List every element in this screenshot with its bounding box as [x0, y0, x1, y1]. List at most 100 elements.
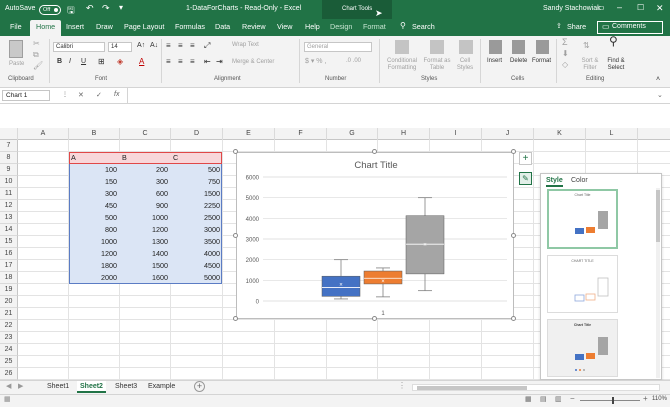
tab-view[interactable]: View — [277, 22, 292, 31]
function-icon[interactable]: fx — [114, 91, 119, 98]
normal-view-icon[interactable]: ▦ — [525, 395, 532, 403]
borders-icon[interactable]: ⊞ — [98, 57, 105, 66]
accounting-icon[interactable]: $ ▾ % , — [305, 58, 326, 65]
zoom-out-icon[interactable]: − — [570, 394, 575, 403]
user-name[interactable]: Sandy Stachowiak — [543, 5, 601, 12]
font-name-combo[interactable]: Calibri — [53, 42, 105, 52]
column-header-e[interactable]: E — [223, 128, 275, 140]
find-select-button[interactable]: Find & Select — [603, 58, 629, 72]
style-pane-scrollbar[interactable] — [656, 188, 660, 378]
table-cell[interactable]: 1200 — [120, 224, 168, 236]
chart-resize-handle-t[interactable] — [372, 149, 377, 154]
autosave-toggle[interactable]: Off — [39, 5, 61, 15]
ribbon-display-icon[interactable]: ▭ — [597, 3, 605, 12]
table-cell[interactable]: 1500 — [120, 260, 168, 272]
tab-draw[interactable]: Draw — [96, 22, 113, 31]
decrease-indent-icon[interactable]: ⇤ — [204, 57, 211, 66]
delete-cells-button[interactable]: Delete — [510, 58, 527, 65]
format-painter-icon[interactable]: 🖌 — [33, 62, 43, 70]
sort-filter-icon[interactable]: ⇅ — [583, 42, 590, 50]
shrink-font-icon[interactable]: A↓ — [150, 42, 158, 49]
column-header-d[interactable]: D — [171, 128, 223, 140]
close-icon[interactable]: ✕ — [656, 3, 664, 14]
namebox-dropdown-icon[interactable]: ⋮ — [62, 91, 68, 98]
sheet-tab-example[interactable]: Example — [145, 381, 178, 393]
table-cell[interactable]: 1300 — [120, 236, 168, 248]
page-break-view-icon[interactable]: ▥ — [555, 395, 562, 403]
table-cell[interactable]: 600 — [120, 188, 168, 200]
name-box[interactable]: Chart 1 — [2, 90, 50, 101]
table-cell[interactable]: 1000 — [120, 212, 168, 224]
cell-styles-icon[interactable] — [459, 40, 473, 54]
cell-styles-button[interactable]: Cell Styles — [453, 58, 477, 72]
save-icon[interactable]: 🖫 — [67, 3, 75, 19]
autosum-icon[interactable]: Σ — [562, 38, 568, 47]
row-header[interactable]: 22 — [0, 320, 18, 332]
chart-resize-handle-br[interactable] — [511, 316, 516, 321]
chart-resize-handle-r[interactable] — [511, 233, 516, 238]
align-center-icon[interactable]: ≡ — [178, 57, 183, 66]
delete-cells-icon[interactable] — [512, 40, 525, 54]
conditional-formatting-button[interactable]: Conditional Formatting — [384, 58, 420, 72]
table-cell[interactable]: 300 — [120, 176, 168, 188]
cancel-icon[interactable]: ✕ — [78, 91, 84, 99]
color-tab[interactable]: Color — [571, 177, 588, 184]
align-bottom-icon[interactable]: ≡ — [190, 41, 195, 50]
table-cell[interactable]: 150 — [69, 176, 117, 188]
zoom-slider[interactable] — [580, 397, 640, 404]
maximize-icon[interactable]: ☐ — [637, 3, 644, 12]
row-header[interactable]: 17 — [0, 260, 18, 272]
column-header-j[interactable]: J — [482, 128, 534, 140]
chart-styles-brush-icon[interactable]: ✎ — [519, 172, 532, 185]
table-cell[interactable]: 3000 — [171, 224, 220, 236]
column-header-k[interactable]: K — [534, 128, 586, 140]
table-header-cell[interactable]: C — [173, 152, 178, 164]
prev-sheet-icon[interactable]: ◀ — [6, 382, 11, 390]
column-header-b[interactable]: B — [69, 128, 120, 140]
table-cell[interactable]: 1500 — [171, 188, 220, 200]
chart-elements-plus-icon[interactable]: + — [519, 152, 532, 165]
sheet-tab-sheet3[interactable]: Sheet3 — [112, 381, 140, 393]
macro-record-icon[interactable]: ▦ — [4, 395, 11, 403]
row-header[interactable]: 19 — [0, 284, 18, 296]
row-header[interactable]: 18 — [0, 272, 18, 284]
table-cell[interactable]: 750 — [171, 176, 220, 188]
chart-resize-handle-l[interactable] — [233, 233, 238, 238]
conditional-formatting-icon[interactable] — [395, 40, 409, 54]
row-header[interactable]: 13 — [0, 212, 18, 224]
number-format-combo[interactable]: General — [304, 42, 372, 52]
sheet-scroll-handle-icon[interactable]: ⋮ — [398, 381, 406, 390]
decimal-icon[interactable]: .0 .00 — [346, 58, 361, 65]
table-cell[interactable]: 300 — [69, 188, 117, 200]
paste-button[interactable]: Paste — [9, 61, 24, 68]
row-header[interactable]: 23 — [0, 332, 18, 344]
chart-resize-handle-bl[interactable] — [233, 316, 238, 321]
zoom-slider-thumb[interactable] — [612, 397, 614, 404]
cut-icon[interactable]: ✂ — [33, 40, 40, 48]
table-cell[interactable]: 100 — [69, 164, 117, 176]
fill-icon[interactable]: ⬇ — [562, 50, 569, 58]
column-header-l[interactable]: L — [586, 128, 638, 140]
font-size-combo[interactable]: 14 — [108, 42, 132, 52]
row-header[interactable]: 21 — [0, 308, 18, 320]
tab-formulas[interactable]: Formulas — [175, 22, 205, 31]
table-cell[interactable]: 1600 — [120, 272, 168, 284]
merge-center-button[interactable]: Merge & Center — [232, 59, 274, 66]
page-layout-view-icon[interactable]: ▤ — [540, 395, 547, 403]
tab-data[interactable]: Data — [215, 22, 230, 31]
undo-icon[interactable]: ↶ — [86, 3, 94, 14]
column-header-g[interactable]: G — [327, 128, 378, 140]
table-header-cell[interactable]: A — [71, 152, 76, 164]
horizontal-scrollbar[interactable] — [412, 384, 660, 391]
sort-filter-button[interactable]: Sort & Filter — [578, 58, 602, 72]
row-header[interactable]: 11 — [0, 188, 18, 200]
zoom-level[interactable]: 110% — [652, 396, 667, 402]
row-header[interactable]: 14 — [0, 224, 18, 236]
bold-button[interactable]: B — [57, 58, 62, 65]
clear-icon[interactable]: ◇ — [562, 61, 568, 69]
chart-resize-handle-b[interactable] — [372, 316, 377, 321]
table-cell[interactable]: 3500 — [171, 236, 220, 248]
column-header-a[interactable]: A — [18, 128, 69, 140]
orientation-icon[interactable]: ⤢ — [204, 41, 210, 51]
sheet-tab-sheet2[interactable]: Sheet2 — [77, 381, 106, 393]
